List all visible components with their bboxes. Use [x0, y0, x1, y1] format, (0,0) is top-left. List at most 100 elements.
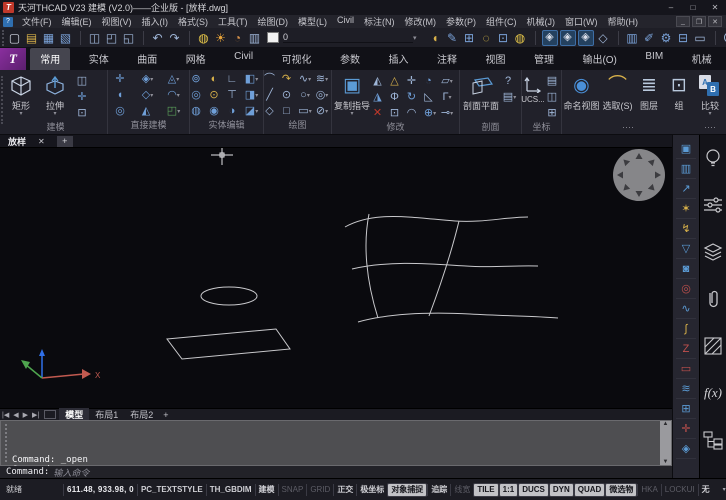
ribbon-tool-icon[interactable]: ◎▾: [315, 87, 332, 103]
ribbon-tool-icon[interactable]: ◬▾: [162, 71, 188, 87]
layer-dropdown-icon[interactable]: ▾: [413, 34, 417, 42]
sun-icon[interactable]: ☀: [212, 29, 229, 46]
ribbon-tab[interactable]: 网格: [176, 48, 216, 70]
ribbon-tool-icon[interactable]: ○▾: [298, 87, 315, 103]
ribbon-tool-icon[interactable]: ◎: [190, 87, 208, 103]
ribbon-tab[interactable]: 常用: [30, 48, 70, 70]
layout-list-icon[interactable]: [44, 410, 56, 419]
wand-tool-icon[interactable]: ✶: [676, 199, 696, 219]
status-toggle[interactable]: 无: [698, 484, 713, 496]
ribbon-tool-icon[interactable]: ◪▾: [244, 103, 262, 119]
named-views-button[interactable]: ◉ 命名视图: [562, 72, 601, 122]
separator[interactable]: [612, 31, 619, 45]
ribbon-tab[interactable]: 可视化: [272, 48, 322, 70]
z-order-tool-icon[interactable]: Z: [676, 339, 696, 359]
ribbon-tool-icon[interactable]: ◇: [264, 103, 281, 119]
ribbon-tool-icon[interactable]: ⊡: [72, 105, 92, 121]
ribbon-tool-icon[interactable]: ≋▾: [315, 71, 332, 87]
ribbon-tool-icon[interactable]: ↷: [281, 71, 298, 87]
viewport-tool-icon[interactable]: ▣: [676, 139, 696, 159]
ribbon-tab[interactable]: 机械: [682, 48, 722, 70]
scroll-up-icon[interactable]: ▲: [663, 421, 669, 427]
ribbon-tool-icon[interactable]: Γ▾: [440, 89, 457, 105]
menu-item[interactable]: 格式(S): [173, 15, 213, 28]
menu-item[interactable]: 视图(V): [97, 15, 137, 28]
thcad-logo-icon[interactable]: T: [0, 48, 26, 70]
ribbon-tool-icon[interactable]: ◺: [423, 89, 440, 105]
table-tool-icon[interactable]: ⊞: [676, 399, 696, 419]
menu-item[interactable]: Civil: [332, 15, 359, 28]
status-toggle[interactable]: 建模: [255, 484, 278, 496]
spline-tool-icon[interactable]: ∫: [676, 319, 696, 339]
status-toggle[interactable]: 对象捕捉: [388, 484, 426, 496]
status-toggle[interactable]: HKA: [637, 484, 660, 496]
ribbon-tool-icon[interactable]: ◎: [110, 103, 136, 119]
add-layout-button[interactable]: +: [159, 410, 172, 420]
ribbon-tool-icon[interactable]: ⊙: [281, 87, 298, 103]
command-window-grip[interactable]: [2, 424, 7, 462]
ribbon-tool-icon[interactable]: ∟: [226, 71, 244, 87]
plot-preview-icon[interactable]: ◰: [103, 29, 120, 46]
layers-icon[interactable]: [702, 241, 724, 263]
ribbon-tool-icon[interactable]: ?: [502, 73, 520, 89]
ribbon-tab[interactable]: 参数: [330, 48, 370, 70]
ribbon-tool-icon[interactable]: ▤▾: [502, 89, 520, 105]
match-tool-icon[interactable]: ≋: [676, 379, 696, 399]
status-toggle[interactable]: TILE: [474, 484, 497, 496]
isolate-objects-icon[interactable]: ◍: [512, 29, 529, 46]
ribbon-tool-icon[interactable]: ⌒: [264, 71, 281, 87]
command-input-hint[interactable]: 输入命令: [53, 466, 89, 479]
status-toggle[interactable]: 正交: [333, 484, 356, 496]
menu-item[interactable]: 修改(M): [400, 15, 442, 28]
menu-item[interactable]: 插入(I): [137, 15, 174, 28]
ribbon-tool-icon[interactable]: ⊚: [190, 71, 208, 87]
settings-icon[interactable]: ⚙: [658, 29, 675, 46]
separator[interactable]: [74, 31, 81, 45]
mdi-close-button[interactable]: ✕: [708, 16, 722, 27]
mdi-minimize-button[interactable]: _: [676, 16, 690, 27]
status-toggle[interactable]: 611.48, 933.98, 0: [63, 484, 137, 496]
ribbon-tool-icon[interactable]: ◰▾: [162, 103, 188, 119]
ribbon-tool-icon[interactable]: ◉: [208, 103, 226, 119]
image-manager-icon[interactable]: ▭: [692, 29, 709, 46]
bulb-icon[interactable]: [702, 147, 724, 169]
ribbon-tool-icon[interactable]: ╱: [264, 87, 281, 103]
ribbon-tab[interactable]: 插入: [379, 48, 419, 70]
tool-palette-icon[interactable]: ◖: [427, 29, 444, 46]
ribbon-tab[interactable]: 曲面: [127, 48, 167, 70]
close-button[interactable]: ✕: [704, 0, 726, 15]
properties-panel-icon[interactable]: ▥: [624, 29, 641, 46]
menu-item[interactable]: 参数(P): [441, 15, 481, 28]
layout-nav-button[interactable]: |◀: [0, 411, 11, 419]
layout-nav-button[interactable]: ▶|: [30, 411, 41, 419]
separator[interactable]: [529, 31, 536, 45]
ribbon-tool-icon[interactable]: ∿▾: [298, 71, 315, 87]
status-dropdown-icon[interactable]: ▾: [717, 486, 726, 493]
report-tool-icon[interactable]: ▥: [676, 159, 696, 179]
bulb-icon[interactable]: ◍: [195, 29, 212, 46]
ribbon-tool-icon[interactable]: ◑: [226, 103, 244, 119]
axis-tool-icon[interactable]: ✛: [676, 419, 696, 439]
copy-guide-button[interactable]: ▣ 复制指导 ▾: [332, 72, 372, 122]
status-toggle[interactable]: PC_TEXTSTYLE: [137, 484, 206, 496]
help-icon[interactable]: ?: [721, 29, 726, 46]
ribbon-tab[interactable]: BIM: [635, 48, 673, 70]
section-plane-button[interactable]: 剖面平面: [460, 72, 502, 122]
separator[interactable]: [183, 31, 190, 45]
menu-item[interactable]: 组件(C): [481, 15, 522, 28]
ribbon-tool-icon[interactable]: ◔: [423, 73, 440, 89]
object-filter-icon[interactable]: ⊡: [495, 29, 512, 46]
ribbon-tab[interactable]: 管理: [524, 48, 564, 70]
curve-tool-icon[interactable]: ∿: [676, 299, 696, 319]
group-button[interactable]: ⊡ 组: [664, 72, 694, 122]
status-toggle[interactable]: 就绪: [0, 484, 25, 496]
match-properties-icon[interactable]: ✎: [444, 29, 461, 46]
ribbon-tab[interactable]: 视图: [475, 48, 515, 70]
open-file-icon[interactable]: ▤: [23, 29, 40, 46]
menu-item[interactable]: 窗口(W): [560, 15, 603, 28]
drawing-viewport[interactable]: X: [0, 148, 672, 408]
ribbon-tool-icon[interactable]: ✛: [72, 89, 92, 105]
status-toggle[interactable]: SNAP: [278, 484, 307, 496]
status-toggle[interactable]: 追踪: [427, 484, 450, 496]
layers-button[interactable]: ≣ 图层: [634, 72, 664, 122]
